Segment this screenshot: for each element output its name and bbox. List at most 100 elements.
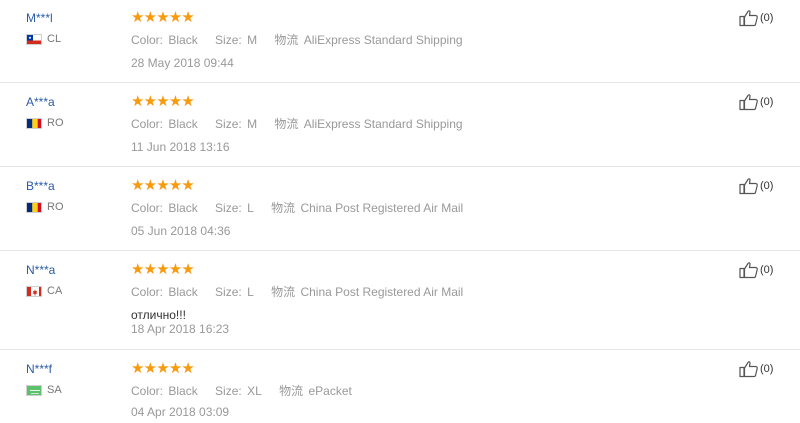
reviewer-name[interactable]: N***a [26,263,55,277]
star-icon: ★ [181,93,195,110]
review-date: 11 Jun 2018 13:16 [131,140,230,154]
order-attributes: Color: Black Size: M 物流 AliExpress Stand… [131,33,477,47]
reviewer-country: RO [26,201,64,213]
star-rating: ★ ★ ★ ★ ★ [131,177,195,194]
reviewer-country: RO [26,117,64,129]
reviewer-country: SA [26,384,62,396]
reviewer-info: N***f SA [26,362,62,396]
saudi-arabia-flag-icon [26,384,42,396]
star-icon: ★ [181,261,195,278]
divider [0,166,800,167]
star-icon: ★ [143,93,158,110]
logistics-label: 物流 [274,33,299,47]
star-icon: ★ [168,9,183,26]
star-icon: ★ [131,93,145,110]
country-code: CA [47,285,63,297]
color-value: Black [168,33,198,47]
order-attributes: Color: Black Size: L 物流 China Post Regis… [131,201,477,215]
reviewer-info: A***a RO [26,95,64,129]
logistics-label: 物流 [271,201,296,215]
order-attributes: Color: Black Size: M 物流 AliExpress Stand… [131,117,477,131]
logistics-label: 物流 [279,384,304,398]
star-rating: ★ ★ ★ ★ ★ [131,93,195,110]
color-label: Color: [131,117,164,131]
review-date: 04 Apr 2018 03:09 [131,405,230,419]
chile-flag-icon [26,33,42,45]
star-icon: ★ [168,177,183,194]
thumbs-up-icon [739,178,758,195]
country-code: SA [47,384,62,396]
helpful-button[interactable]: (0) [739,93,773,111]
color-label: Color: [131,384,164,398]
size-value: XL [247,384,262,398]
size-value: M [247,33,258,47]
divider [0,82,800,83]
order-attributes: Color: Black Size: L 物流 China Post Regis… [131,285,477,299]
review-date: 28 May 2018 09:44 [131,56,234,70]
helpful-count: (0) [760,264,774,276]
reviewer-info: N***a CA [26,263,62,297]
helpful-count: (0) [760,180,774,192]
romania-flag-icon [26,201,42,213]
color-value: Black [168,384,198,398]
star-icon: ★ [143,9,158,26]
logistics-label: 物流 [271,285,296,299]
review-date: 05 Jun 2018 04:36 [131,224,231,238]
star-icon: ★ [168,360,183,377]
review-text: отлично!!! [131,308,186,322]
shipping-value: AliExpress Standard Shipping [303,117,463,131]
reviewer-info: M***l CL [26,11,61,45]
color-label: Color: [131,201,164,215]
helpful-button[interactable]: (0) [739,9,773,27]
reviewer-name[interactable]: A***a [26,95,55,109]
helpful-button[interactable]: (0) [739,360,773,378]
color-value: Black [168,285,198,299]
size-label: Size: [215,33,242,47]
star-icon: ★ [156,93,170,110]
star-icon: ★ [156,261,170,278]
star-icon: ★ [156,177,170,194]
helpful-button[interactable]: (0) [739,261,773,279]
star-rating: ★ ★ ★ ★ ★ [131,261,195,278]
star-icon: ★ [156,9,170,26]
reviewer-name[interactable]: N***f [26,362,52,376]
color-label: Color: [131,33,164,47]
reviewer-country: CA [26,285,62,297]
size-label: Size: [215,285,242,299]
star-icon: ★ [131,177,145,194]
canada-flag-icon [26,285,42,297]
romania-flag-icon [26,117,42,129]
star-icon: ★ [168,93,183,110]
order-attributes: Color: Black Size: XL 物流 ePacket [131,384,366,398]
star-icon: ★ [181,177,195,194]
reviewer-name[interactable]: B***a [26,179,55,193]
helpful-button[interactable]: (0) [739,177,773,195]
helpful-count: (0) [760,363,774,375]
size-label: Size: [215,384,242,398]
color-value: Black [168,201,198,215]
reviewer-name[interactable]: M***l [26,11,53,25]
star-icon: ★ [156,360,170,377]
star-icon: ★ [131,360,145,377]
star-icon: ★ [131,261,145,278]
logistics-label: 物流 [274,117,299,131]
reviewer-info: B***a RO [26,179,64,213]
star-rating: ★ ★ ★ ★ ★ [131,9,195,26]
star-icon: ★ [168,261,183,278]
thumbs-up-icon [739,262,758,279]
size-value: M [247,117,258,131]
review-date: 18 Apr 2018 16:23 [131,322,230,336]
star-icon: ★ [143,177,158,194]
shipping-value: AliExpress Standard Shipping [303,33,463,47]
reviewer-country: CL [26,33,61,45]
thumbs-up-icon [739,94,758,111]
color-value: Black [168,117,198,131]
star-icon: ★ [181,360,195,377]
star-icon: ★ [143,360,158,377]
divider [0,250,800,251]
country-code: RO [47,117,64,129]
thumbs-up-icon [739,10,758,27]
star-icon: ★ [143,261,158,278]
star-icon: ★ [181,9,195,26]
size-label: Size: [215,201,242,215]
